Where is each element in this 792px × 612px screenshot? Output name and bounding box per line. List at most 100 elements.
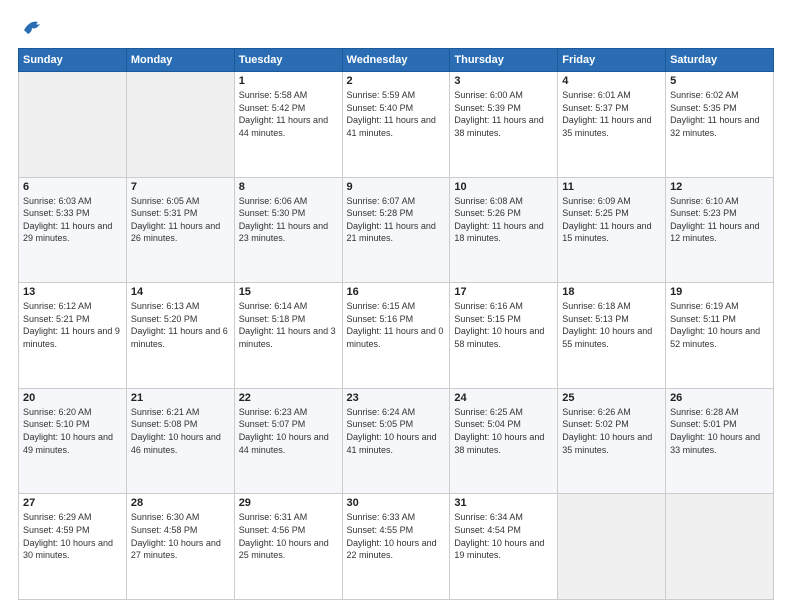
col-thursday: Thursday	[450, 49, 558, 72]
day-info: Sunrise: 6:05 AM Sunset: 5:31 PM Dayligh…	[131, 195, 230, 245]
calendar-week-row: 27Sunrise: 6:29 AM Sunset: 4:59 PM Dayli…	[19, 494, 774, 600]
table-row: 23 Sunrise: 6:24 AM Sunset: 5:05 PM Dayli…	[342, 388, 450, 494]
day-info: Sunrise: 6:14 AM Sunset: 5:18 PM Dayligh…	[239, 300, 338, 350]
day-number: 30	[347, 497, 446, 509]
table-row	[666, 494, 774, 600]
table-row: 26 Sunrise: 6:28 AM Sunset: 5:01 PM Dayli…	[666, 388, 774, 494]
table-row: 29Sunrise: 6:31 AM Sunset: 4:56 PM Dayli…	[234, 494, 342, 600]
day-info: Sunrise: 6:10 AM Sunset: 5:23 PM Dayligh…	[670, 195, 769, 245]
calendar-week-row: 1 Sunrise: 5:58 AM Sunset: 5:42 PM Daylig…	[19, 72, 774, 178]
day-info: Sunrise: 6:20 AM Sunset: 5:10 PM Dayligh…	[23, 406, 122, 456]
day-number: 15	[239, 286, 338, 298]
day-info: Sunrise: 6:01 AM Sunset: 5:37 PM Dayligh…	[562, 89, 661, 139]
table-row: 27Sunrise: 6:29 AM Sunset: 4:59 PM Dayli…	[19, 494, 127, 600]
table-row: 19 Sunrise: 6:19 AM Sunset: 5:11 PM Dayli…	[666, 283, 774, 389]
day-number: 10	[454, 181, 553, 193]
day-info: Sunrise: 6:30 AM Sunset: 4:58 PM Dayligh…	[131, 511, 230, 561]
day-number: 25	[562, 392, 661, 404]
table-row: 12 Sunrise: 6:10 AM Sunset: 5:23 PM Dayli…	[666, 177, 774, 283]
day-number: 17	[454, 286, 553, 298]
table-row: 1 Sunrise: 5:58 AM Sunset: 5:42 PM Daylig…	[234, 72, 342, 178]
day-info: Sunrise: 6:19 AM Sunset: 5:11 PM Dayligh…	[670, 300, 769, 350]
col-friday: Friday	[558, 49, 666, 72]
day-number: 31	[454, 497, 553, 509]
day-info: Sunrise: 5:58 AM Sunset: 5:42 PM Dayligh…	[239, 89, 338, 139]
day-number: 11	[562, 181, 661, 193]
table-row: 10 Sunrise: 6:08 AM Sunset: 5:26 PM Dayli…	[450, 177, 558, 283]
table-row: 20 Sunrise: 6:20 AM Sunset: 5:10 PM Dayli…	[19, 388, 127, 494]
day-info: Sunrise: 6:06 AM Sunset: 5:30 PM Dayligh…	[239, 195, 338, 245]
day-number: 6	[23, 181, 122, 193]
col-tuesday: Tuesday	[234, 49, 342, 72]
day-info: Sunrise: 6:25 AM Sunset: 5:04 PM Dayligh…	[454, 406, 553, 456]
day-info: Sunrise: 6:34 AM Sunset: 4:54 PM Dayligh…	[454, 511, 553, 561]
day-info: Sunrise: 6:15 AM Sunset: 5:16 PM Dayligh…	[347, 300, 446, 350]
col-sunday: Sunday	[19, 49, 127, 72]
logo-bird-icon	[22, 16, 44, 38]
calendar-table: Sunday Monday Tuesday Wednesday Thursday…	[18, 48, 774, 600]
day-info: Sunrise: 6:28 AM Sunset: 5:01 PM Dayligh…	[670, 406, 769, 456]
table-row: 28Sunrise: 6:30 AM Sunset: 4:58 PM Dayli…	[126, 494, 234, 600]
day-number: 1	[239, 75, 338, 87]
table-row	[558, 494, 666, 600]
table-row	[19, 72, 127, 178]
table-row: 7 Sunrise: 6:05 AM Sunset: 5:31 PM Daylig…	[126, 177, 234, 283]
day-number: 5	[670, 75, 769, 87]
day-number: 7	[131, 181, 230, 193]
day-number: 19	[670, 286, 769, 298]
header	[18, 16, 774, 38]
calendar-week-row: 13Sunrise: 6:12 AM Sunset: 5:21 PM Dayli…	[19, 283, 774, 389]
table-row: 31 Sunrise: 6:34 AM Sunset: 4:54 PM Dayli…	[450, 494, 558, 600]
table-row: 11 Sunrise: 6:09 AM Sunset: 5:25 PM Dayli…	[558, 177, 666, 283]
table-row: 21Sunrise: 6:21 AM Sunset: 5:08 PM Dayli…	[126, 388, 234, 494]
day-info: Sunrise: 6:24 AM Sunset: 5:05 PM Dayligh…	[347, 406, 446, 456]
day-number: 2	[347, 75, 446, 87]
day-number: 13	[23, 286, 122, 298]
table-row: 25 Sunrise: 6:26 AM Sunset: 5:02 PM Dayli…	[558, 388, 666, 494]
day-number: 14	[131, 286, 230, 298]
day-info: Sunrise: 6:13 AM Sunset: 5:20 PM Dayligh…	[131, 300, 230, 350]
day-info: Sunrise: 6:09 AM Sunset: 5:25 PM Dayligh…	[562, 195, 661, 245]
day-number: 12	[670, 181, 769, 193]
day-number: 16	[347, 286, 446, 298]
day-number: 20	[23, 392, 122, 404]
page: Sunday Monday Tuesday Wednesday Thursday…	[0, 0, 792, 612]
table-row: 5 Sunrise: 6:02 AM Sunset: 5:35 PM Daylig…	[666, 72, 774, 178]
day-number: 8	[239, 181, 338, 193]
col-saturday: Saturday	[666, 49, 774, 72]
day-info: Sunrise: 6:00 AM Sunset: 5:39 PM Dayligh…	[454, 89, 553, 139]
day-info: Sunrise: 6:18 AM Sunset: 5:13 PM Dayligh…	[562, 300, 661, 350]
table-row: 16 Sunrise: 6:15 AM Sunset: 5:16 PM Dayli…	[342, 283, 450, 389]
day-number: 24	[454, 392, 553, 404]
day-number: 23	[347, 392, 446, 404]
table-row: 8 Sunrise: 6:06 AM Sunset: 5:30 PM Daylig…	[234, 177, 342, 283]
day-info: Sunrise: 6:08 AM Sunset: 5:26 PM Dayligh…	[454, 195, 553, 245]
table-row: 30 Sunrise: 6:33 AM Sunset: 4:55 PM Dayli…	[342, 494, 450, 600]
day-number: 27	[23, 497, 122, 509]
day-info: Sunrise: 5:59 AM Sunset: 5:40 PM Dayligh…	[347, 89, 446, 139]
day-info: Sunrise: 6:23 AM Sunset: 5:07 PM Dayligh…	[239, 406, 338, 456]
col-monday: Monday	[126, 49, 234, 72]
table-row	[126, 72, 234, 178]
day-number: 18	[562, 286, 661, 298]
day-info: Sunrise: 6:26 AM Sunset: 5:02 PM Dayligh…	[562, 406, 661, 456]
table-row: 3 Sunrise: 6:00 AM Sunset: 5:39 PM Daylig…	[450, 72, 558, 178]
day-number: 4	[562, 75, 661, 87]
table-row: 6Sunrise: 6:03 AM Sunset: 5:33 PM Daylig…	[19, 177, 127, 283]
calendar-week-row: 20 Sunrise: 6:20 AM Sunset: 5:10 PM Dayli…	[19, 388, 774, 494]
logo	[18, 16, 44, 38]
day-number: 21	[131, 392, 230, 404]
day-info: Sunrise: 6:07 AM Sunset: 5:28 PM Dayligh…	[347, 195, 446, 245]
table-row: 13Sunrise: 6:12 AM Sunset: 5:21 PM Dayli…	[19, 283, 127, 389]
day-number: 9	[347, 181, 446, 193]
day-number: 3	[454, 75, 553, 87]
table-row: 18 Sunrise: 6:18 AM Sunset: 5:13 PM Dayli…	[558, 283, 666, 389]
day-info: Sunrise: 6:02 AM Sunset: 5:35 PM Dayligh…	[670, 89, 769, 139]
day-number: 26	[670, 392, 769, 404]
table-row: 4 Sunrise: 6:01 AM Sunset: 5:37 PM Daylig…	[558, 72, 666, 178]
table-row: 2 Sunrise: 5:59 AM Sunset: 5:40 PM Daylig…	[342, 72, 450, 178]
table-row: 24 Sunrise: 6:25 AM Sunset: 5:04 PM Dayli…	[450, 388, 558, 494]
day-info: Sunrise: 6:33 AM Sunset: 4:55 PM Dayligh…	[347, 511, 446, 561]
day-number: 29	[239, 497, 338, 509]
table-row: 17Sunrise: 6:16 AM Sunset: 5:15 PM Dayli…	[450, 283, 558, 389]
